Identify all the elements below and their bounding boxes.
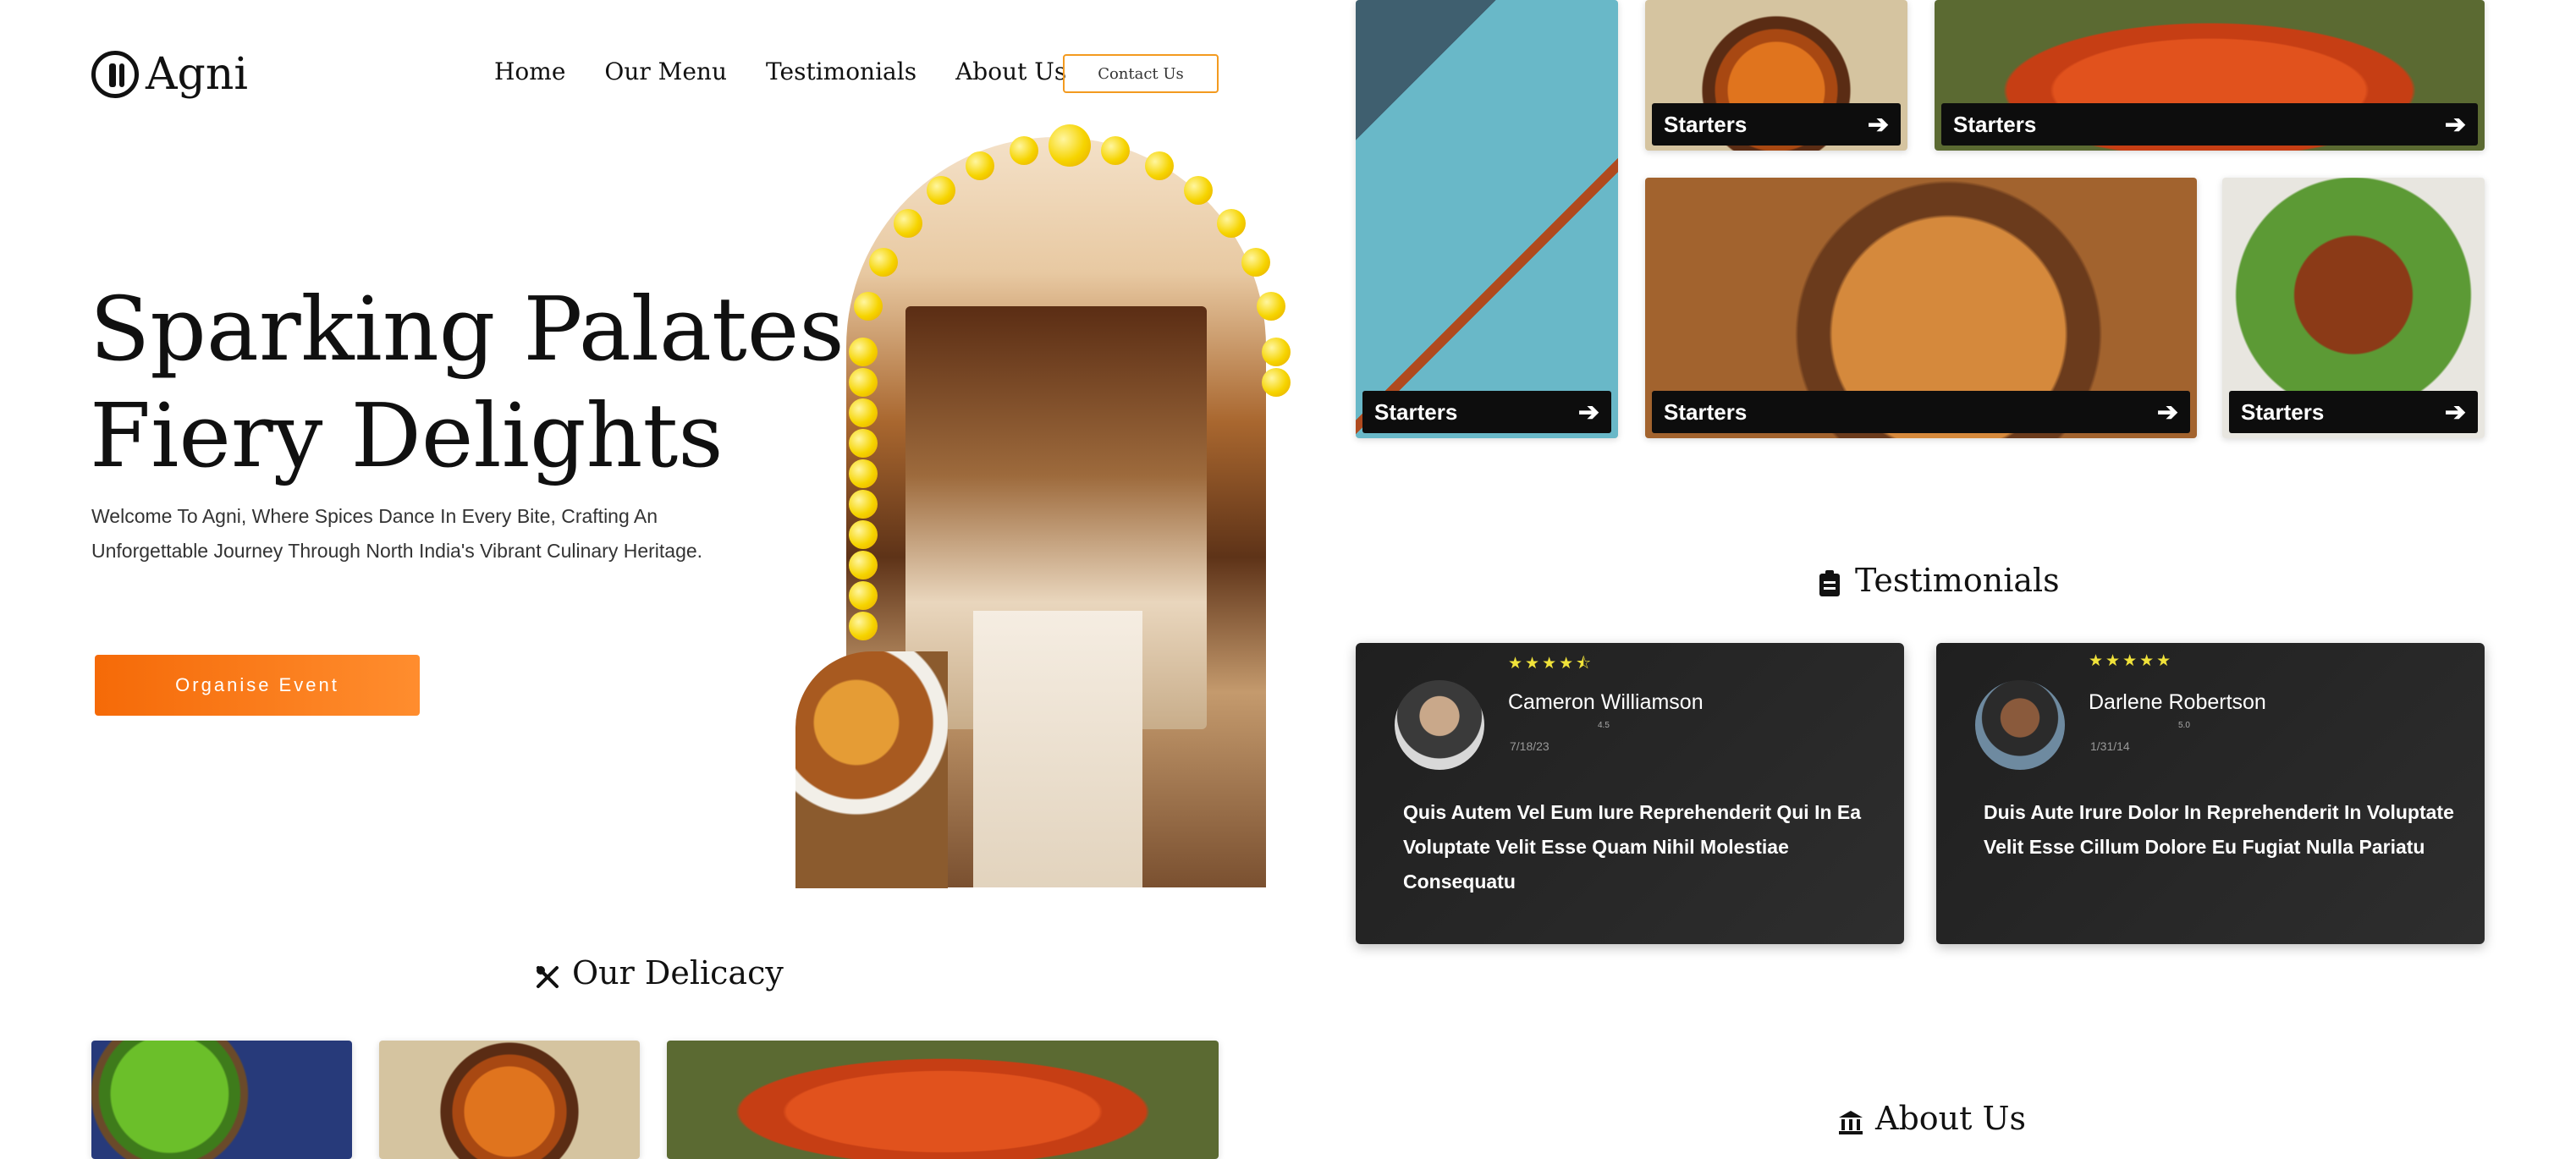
bead-decoration (849, 338, 878, 366)
dining-table-illustration (973, 611, 1142, 887)
review-quote: Duis Aute Irure Dolor In Reprehenderit I… (1984, 801, 2454, 858)
nav-testimonials[interactable]: Testimonials (766, 58, 916, 85)
bead-decoration (1049, 124, 1091, 167)
reviewer-name: Darlene Robertson (2089, 690, 2266, 714)
hero-title-line-1: Sparking Palates, (90, 277, 872, 381)
avatar (1975, 680, 2065, 770)
bead-decoration (854, 291, 883, 321)
rating-stars: ★★★★★ (2089, 652, 2174, 670)
testimonials-title: Testimonials (1855, 562, 2060, 599)
nav-home[interactable]: Home (494, 58, 565, 85)
menu-tile-label: Starters (1374, 398, 1458, 425)
menu-tile[interactable]: Starters ➔ (2222, 178, 2485, 438)
delicacy-title: Our Delicacy (572, 954, 784, 991)
arrow-right-icon: ➔ (2444, 110, 2466, 139)
bead-decoration (1144, 151, 1174, 181)
bead-decoration (849, 490, 878, 519)
testimonial-card: ★★★★★ Darlene Robertson 5.0 1/31/14 Duis… (1936, 643, 2485, 944)
delicacy-tile-chutney[interactable] (91, 1041, 352, 1159)
delicacy-heading: Our Delicacy (535, 954, 784, 991)
contact-us-button[interactable]: Contact Us (1063, 54, 1219, 93)
bead-decoration (926, 176, 955, 206)
reviewer-name: Cameron Williamson (1508, 690, 1704, 714)
menu-tile[interactable]: Starters ➔ (1645, 0, 1907, 151)
buffet-food-image (795, 651, 948, 888)
menu-tile[interactable]: Starters ➔ (1645, 178, 2197, 438)
review-quote: Quis Autem Vel Eum Iure Reprehenderit Qu… (1403, 801, 1862, 893)
main-nav: Home Our Menu Testimonials About Us (494, 58, 1066, 85)
brand-logo[interactable]: Agni (91, 49, 248, 100)
menu-tile[interactable]: Starters ➔ (1935, 0, 2485, 151)
bead-decoration (849, 551, 878, 580)
about-heading: About Us (1838, 1100, 2026, 1137)
brand-name: Agni (146, 49, 248, 100)
delicacy-tile-halwa[interactable] (667, 1041, 1219, 1159)
arrow-right-icon: ➔ (2156, 398, 2178, 426)
delicacy-tile-curry[interactable] (379, 1041, 640, 1159)
bead-decoration (1256, 291, 1285, 321)
avatar (1395, 680, 1484, 770)
arrow-right-icon: ➔ (2444, 398, 2466, 426)
testimonial-card: ★★★★⯪ Cameron Williamson 4.5 7/18/23 Qui… (1356, 643, 1904, 944)
menu-tile-label: Starters (1664, 111, 1748, 137)
bead-decoration (849, 581, 878, 610)
arrow-right-icon: ➔ (1577, 398, 1599, 426)
hero-title-line-2: Fiery Delights (90, 384, 724, 487)
bead-decoration (1262, 368, 1291, 397)
bead-decoration (1216, 208, 1246, 238)
bead-decoration (849, 429, 878, 458)
menu-tile-label: Starters (1664, 398, 1748, 425)
nav-our-menu[interactable]: Our Menu (604, 58, 727, 85)
testimonials-heading: Testimonials (1818, 562, 2060, 599)
bead-decoration (1184, 176, 1214, 206)
utensils-crossed-icon (535, 960, 560, 988)
bead-decoration (849, 368, 878, 397)
menu-tile-label: Starters (2241, 398, 2325, 425)
bead-decoration (894, 208, 923, 238)
arrow-right-icon: ➔ (1867, 110, 1889, 139)
rating-value: 4.5 (1598, 721, 1610, 730)
bead-decoration (849, 520, 878, 549)
bead-decoration (1241, 248, 1270, 277)
organise-event-button[interactable]: Organise Event (95, 655, 420, 716)
nav-about-us[interactable]: About Us (955, 58, 1066, 85)
review-date: 1/31/14 (2090, 739, 2130, 753)
about-title: About Us (1875, 1100, 2026, 1137)
hero-title: Sparking Palates, Fiery Delights (90, 276, 872, 489)
bead-decoration (849, 459, 878, 488)
clipboard-icon (1818, 568, 1843, 596)
review-date: 7/18/23 (1510, 739, 1549, 753)
hero-subtitle: Welcome To Agni, Where Spices Dance In E… (91, 505, 703, 562)
building-columns-icon (1838, 1106, 1863, 1134)
bead-decoration (1262, 338, 1291, 366)
menu-tile[interactable]: Starters ➔ (1356, 0, 1618, 438)
bead-decoration (1009, 136, 1038, 166)
bead-decoration (849, 612, 878, 640)
bead-decoration (849, 398, 878, 427)
fork-knife-logo-icon (91, 51, 139, 98)
menu-tile-label: Starters (1953, 111, 2037, 137)
rating-stars: ★★★★⯪ (1508, 655, 1594, 673)
rating-value: 5.0 (2178, 721, 2190, 730)
